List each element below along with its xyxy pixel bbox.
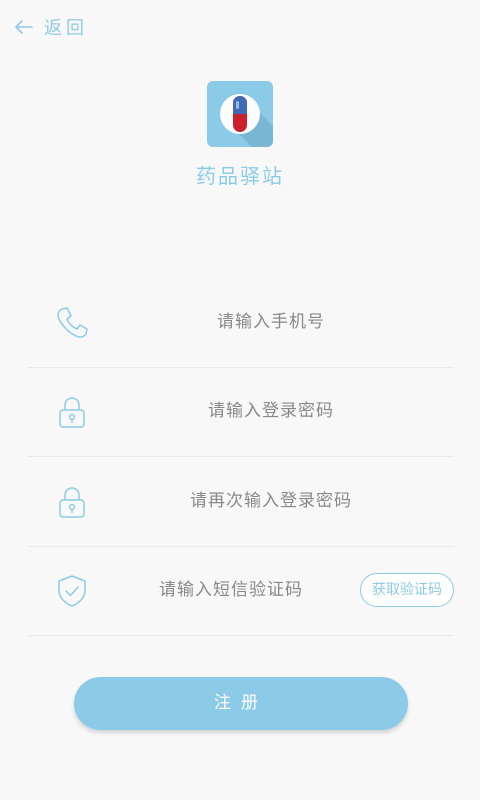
divider bbox=[28, 635, 454, 636]
register-button[interactable]: 注册 bbox=[74, 677, 408, 730]
lock-icon bbox=[59, 397, 85, 428]
phone-icon bbox=[57, 307, 88, 338]
back-arrow-icon bbox=[15, 20, 33, 34]
app-name: 药品驿站 bbox=[196, 164, 284, 188]
shield-check-icon bbox=[58, 575, 86, 607]
get-code-button[interactable]: 获取验证码 bbox=[360, 573, 454, 607]
back-button[interactable]: 返回 bbox=[12, 12, 88, 42]
phone-input[interactable]: 请输入手机号 bbox=[108, 278, 434, 366]
password-input[interactable]: 请输入登录密码 bbox=[108, 367, 434, 455]
phone-row: 请输入手机号 bbox=[28, 278, 454, 368]
capsule-icon bbox=[219, 93, 273, 147]
app-logo bbox=[207, 81, 273, 147]
confirm-password-row: 请再次输入登录密码 bbox=[28, 457, 454, 547]
back-label: 返回 bbox=[44, 18, 88, 39]
password-row: 请输入登录密码 bbox=[28, 367, 454, 457]
lock-icon bbox=[59, 487, 85, 518]
sms-code-input[interactable]: 请输入短信验证码 bbox=[108, 546, 354, 634]
sms-code-row: 请输入短信验证码 获取验证码 bbox=[28, 546, 454, 636]
confirm-password-input[interactable]: 请再次输入登录密码 bbox=[108, 457, 434, 545]
